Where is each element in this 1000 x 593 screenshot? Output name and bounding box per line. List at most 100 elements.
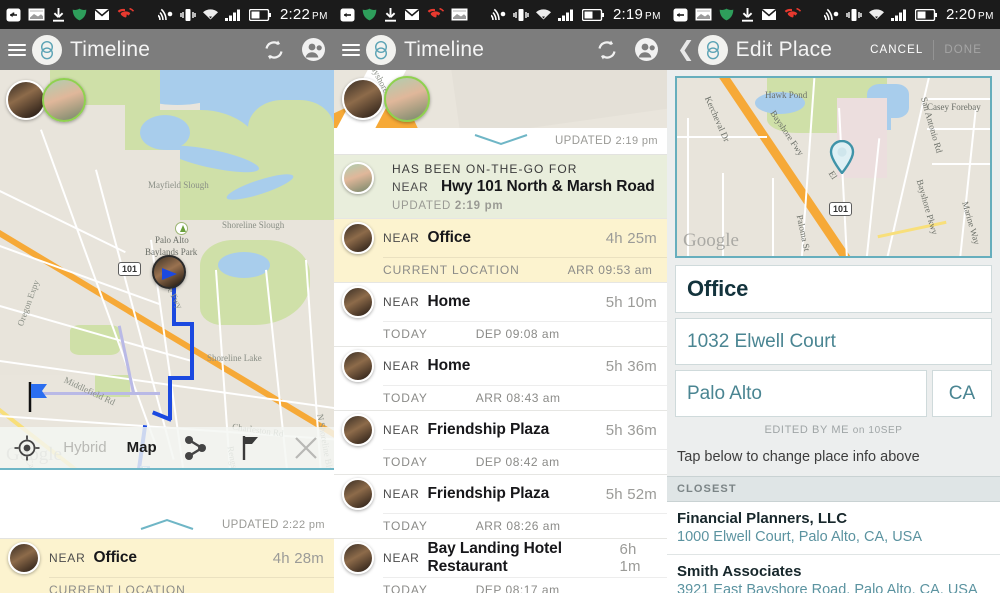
map-type-map[interactable]: Map bbox=[117, 439, 167, 456]
map-controls: Hybrid Map bbox=[0, 427, 334, 470]
row-place-name: Bay Landing Hotel Restaurant bbox=[427, 540, 562, 575]
screenshot-icon bbox=[451, 8, 468, 21]
hamburger-icon[interactable] bbox=[8, 43, 28, 56]
state-field[interactable]: CA bbox=[932, 370, 992, 417]
closest-place-address: 1000 Elwell Court, Palo Alto, CA, USA bbox=[677, 529, 923, 545]
timeline-row[interactable]: NEAR Office 4h 25m CURRENT LOCATION ARR 09:5… bbox=[334, 219, 667, 283]
tap-hint: Tap below to change place info above bbox=[677, 449, 920, 465]
download-icon bbox=[741, 7, 754, 22]
panel-timeline-list: 2:19 PM Timeline Bayshore UPDATED 2:19 p… bbox=[334, 0, 667, 593]
timeline-row[interactable]: NEAR Bay Landing Hotel Restaurant 6h 1m TOD… bbox=[334, 539, 667, 593]
highway-shield: 101 bbox=[829, 202, 853, 216]
battery-icon bbox=[915, 8, 937, 21]
screenshot-icon bbox=[28, 8, 45, 21]
done-button[interactable]: DONE bbox=[934, 44, 992, 56]
status-time: 2:19 PM bbox=[613, 6, 661, 23]
battery-icon bbox=[582, 8, 604, 21]
hamburger-icon[interactable] bbox=[342, 43, 362, 56]
refresh-icon[interactable] bbox=[594, 37, 620, 63]
back-chevron-icon[interactable]: ❮ bbox=[677, 37, 695, 62]
signal-icon bbox=[891, 8, 909, 21]
row-near-label: NEAR bbox=[383, 231, 420, 245]
closest-place-item[interactable]: Financial Planners, LLC 1000 Elwell Court… bbox=[667, 502, 1000, 555]
row-place-name: Home bbox=[427, 293, 471, 310]
avatar[interactable] bbox=[342, 78, 384, 120]
row-when: TODAY bbox=[383, 327, 428, 341]
updated-label: UPDATED 2:19 pm bbox=[554, 135, 658, 147]
row-duration: 5h 10m bbox=[605, 293, 657, 311]
avatar bbox=[342, 414, 374, 446]
missed-call-icon bbox=[784, 7, 801, 22]
row-duration: 4h 25m bbox=[605, 229, 657, 247]
street-value: 1032 Elwell Court bbox=[687, 330, 836, 352]
timeline-list: NEAR Office 4h 25m CURRENT LOCATION ARR 09:5… bbox=[334, 219, 667, 593]
people-icon[interactable] bbox=[634, 37, 659, 62]
closest-place-item[interactable]: Smith Associates 3921 East Bayshore Road,… bbox=[667, 555, 1000, 593]
sheet-handle[interactable]: UPDATED 2:19 pm bbox=[334, 128, 667, 155]
chevron-down-icon[interactable] bbox=[473, 133, 529, 152]
updated-label: UPDATED 2:22 pm bbox=[221, 519, 325, 531]
close-icon[interactable] bbox=[279, 436, 334, 460]
row-place-name: Hwy 101 North & Marsh Road bbox=[441, 178, 655, 195]
row-duration: 5h 52m bbox=[605, 485, 657, 503]
avatar[interactable] bbox=[384, 76, 430, 122]
download-icon bbox=[52, 7, 65, 22]
screenshot-icon bbox=[695, 8, 712, 21]
place-map[interactable]: Hawk Pond Casey Forebay Bayshore Fwy Ker… bbox=[675, 76, 992, 258]
app-bar: Timeline bbox=[334, 29, 667, 70]
row-near-label: NEAR bbox=[383, 487, 420, 501]
map-strip[interactable]: Bayshore bbox=[334, 70, 667, 128]
avatar[interactable] bbox=[6, 80, 46, 120]
gmail-icon bbox=[761, 8, 777, 21]
wifi-icon bbox=[868, 8, 885, 22]
status-bar: 2:22 PM bbox=[0, 0, 334, 29]
vpn-shield-icon bbox=[72, 8, 87, 21]
row-when: CURRENT LOCATION bbox=[383, 263, 520, 277]
sheet-handle[interactable]: UPDATED 2:22 pm bbox=[0, 512, 334, 539]
row-when: TODAY bbox=[383, 391, 428, 405]
status-time: 2:22 PM bbox=[280, 6, 328, 23]
street-field[interactable]: 1032 Elwell Court bbox=[675, 318, 992, 365]
chevron-up-icon[interactable] bbox=[139, 517, 195, 536]
timeline-row-on-the-go[interactable]: HAS BEEN ON-THE-GO FOR NEAR Hwy 101 Nort… bbox=[334, 155, 667, 219]
page-title: Edit Place bbox=[735, 37, 833, 61]
row-place-name: Office bbox=[93, 549, 137, 566]
vpn-shield-icon bbox=[362, 8, 377, 21]
route-icon[interactable] bbox=[167, 435, 224, 461]
row-time: ARR 08:26 am bbox=[475, 519, 561, 533]
screenshot-montage: 2:22 PM Timeline Mayfield Slough Shoreli… bbox=[0, 0, 1000, 593]
row-time: ARR 08:43 am bbox=[475, 391, 561, 405]
timeline-row[interactable]: NEAR Office 4h 28m CURRENT LOCATION bbox=[0, 539, 334, 593]
place-name-field[interactable]: Office bbox=[675, 265, 992, 313]
flag-icon[interactable] bbox=[224, 435, 279, 461]
timeline-row[interactable]: NEAR Friendship Plaza 5h 52m TODAY ARR 08:26… bbox=[334, 475, 667, 539]
plus-box-icon bbox=[340, 8, 355, 22]
people-icon[interactable] bbox=[301, 37, 326, 62]
avatar bbox=[342, 162, 374, 194]
plus-box-icon bbox=[673, 8, 688, 22]
row-time: DEP 09:08 am bbox=[475, 327, 560, 341]
row-time: DEP 08:42 am bbox=[475, 455, 560, 469]
timeline-row[interactable]: NEAR Home 5h 10m TODAY DEP 09:08 am bbox=[334, 283, 667, 347]
row-when: TODAY bbox=[383, 519, 428, 533]
city-field[interactable]: Palo Alto bbox=[675, 370, 927, 417]
avatar bbox=[342, 478, 374, 510]
row-duration: 5h 36m bbox=[605, 421, 657, 439]
row-duration: 4h 28m bbox=[272, 549, 324, 567]
refresh-icon[interactable] bbox=[261, 37, 287, 63]
row-near-label: NEAR bbox=[49, 551, 86, 565]
row-place-name: Home bbox=[427, 357, 471, 374]
row-updated: UPDATED 2:19 pm bbox=[392, 200, 504, 212]
timeline-row[interactable]: NEAR Friendship Plaza 5h 36m TODAY DEP 08:42… bbox=[334, 411, 667, 475]
vibrate-icon bbox=[513, 8, 529, 22]
my-location-icon[interactable] bbox=[0, 435, 53, 461]
map-pin-icon bbox=[829, 139, 855, 179]
map-type-hybrid[interactable]: Hybrid bbox=[53, 439, 116, 456]
cast-icon bbox=[158, 8, 174, 22]
wifi-icon bbox=[535, 8, 552, 22]
timeline-row[interactable]: NEAR Home 5h 36m TODAY ARR 08:43 am bbox=[334, 347, 667, 411]
cancel-button[interactable]: CANCEL bbox=[860, 44, 933, 56]
map-canvas[interactable]: Mayfield Slough Shoreline Slough Palo Al… bbox=[0, 70, 334, 470]
avatar[interactable] bbox=[42, 78, 86, 122]
panel-timeline-map: 2:22 PM Timeline Mayfield Slough Shoreli… bbox=[0, 0, 334, 593]
